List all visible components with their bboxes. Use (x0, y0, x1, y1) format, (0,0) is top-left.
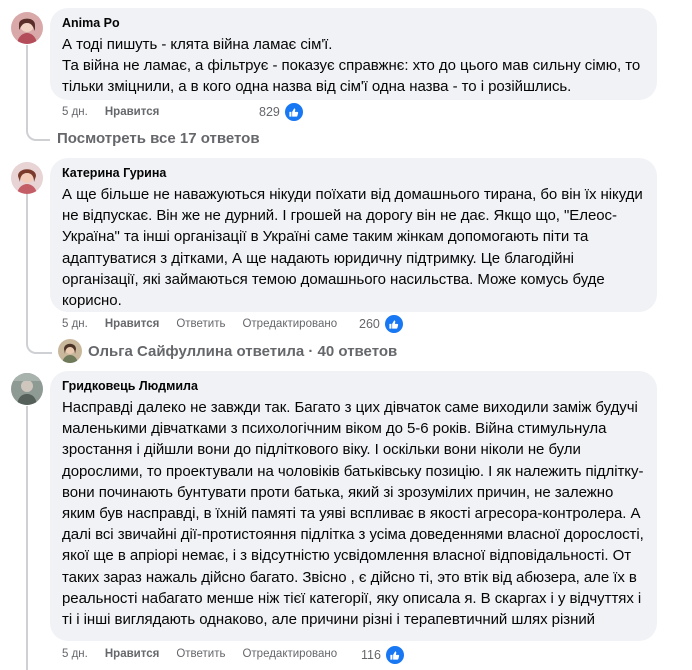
reply-button[interactable]: Ответить (176, 648, 225, 660)
reply-button[interactable]: Ответить (176, 318, 225, 330)
avatar[interactable] (11, 162, 43, 194)
reaction-count: 116 (361, 648, 381, 662)
comment-timestamp[interactable]: 5 дн. (62, 318, 88, 330)
thread-line-curve (26, 127, 50, 141)
comment-bubble: Катерина Гурина А ще більше не наважують… (50, 158, 657, 312)
comment-actions: 5 дн. Нравится Ответить Отредактировано (62, 316, 354, 332)
replies-summary-link[interactable]: Ольга Сайфуллина ответила · 40 ответов (58, 339, 397, 363)
like-icon (383, 644, 406, 666)
comment-timestamp[interactable]: 5 дн. (62, 106, 88, 118)
avatar[interactable] (11, 373, 43, 405)
view-replies-link[interactable]: Посмотреть все 17 ответов (57, 130, 260, 147)
reaction-summary[interactable]: 829 (259, 101, 305, 123)
reply-avatar (58, 339, 82, 363)
comment-actions: 5 дн. Нравится (62, 104, 176, 120)
avatar-photo (11, 12, 43, 44)
reaction-summary[interactable]: 260 (359, 313, 405, 335)
like-button[interactable]: Нравится (105, 318, 159, 330)
edited-label[interactable]: Отредактировано (242, 318, 337, 330)
avatar[interactable] (11, 12, 43, 44)
comment-text: Насправді далеко не завжди так. Багато з… (62, 399, 644, 629)
like-button[interactable]: Нравится (105, 648, 159, 660)
reaction-count: 260 (359, 317, 380, 331)
comment-actions: 5 дн. Нравится Ответить Отредактировано (62, 646, 354, 662)
comment-text: А тоді пишуть - клята війна ламає сім'ї.… (62, 36, 641, 96)
view-replies-label: Посмотреть все 17 ответов (57, 130, 260, 147)
comment-bubble: Anima Po А тоді пишуть - клята війна лам… (50, 8, 657, 100)
thread-line (26, 45, 28, 127)
thread-line (26, 194, 28, 336)
edited-label[interactable]: Отредактировано (242, 648, 337, 660)
reaction-count: 829 (259, 105, 280, 119)
avatar-photo (11, 373, 43, 405)
like-button[interactable]: Нравится (105, 106, 159, 118)
comment-author[interactable]: Гридковець Людмила (62, 378, 645, 394)
avatar-photo (11, 162, 43, 194)
comment-text: А ще більше не наважуються нікуди поїхат… (62, 186, 643, 310)
thread-line-curve (26, 334, 52, 354)
like-icon (282, 101, 305, 123)
replies-summary-label: Ольга Сайфуллина ответила · 40 ответов (88, 342, 398, 360)
reaction-summary[interactable]: 116 (361, 644, 406, 666)
comment-bubble: Гридковець Людмила Насправді далеко не з… (50, 371, 657, 641)
thread-line (26, 406, 28, 670)
comment-author[interactable]: Катерина Гурина (62, 165, 645, 181)
like-icon (382, 313, 405, 335)
comment-timestamp[interactable]: 5 дн. (62, 648, 88, 660)
comment-author[interactable]: Anima Po (62, 15, 645, 31)
